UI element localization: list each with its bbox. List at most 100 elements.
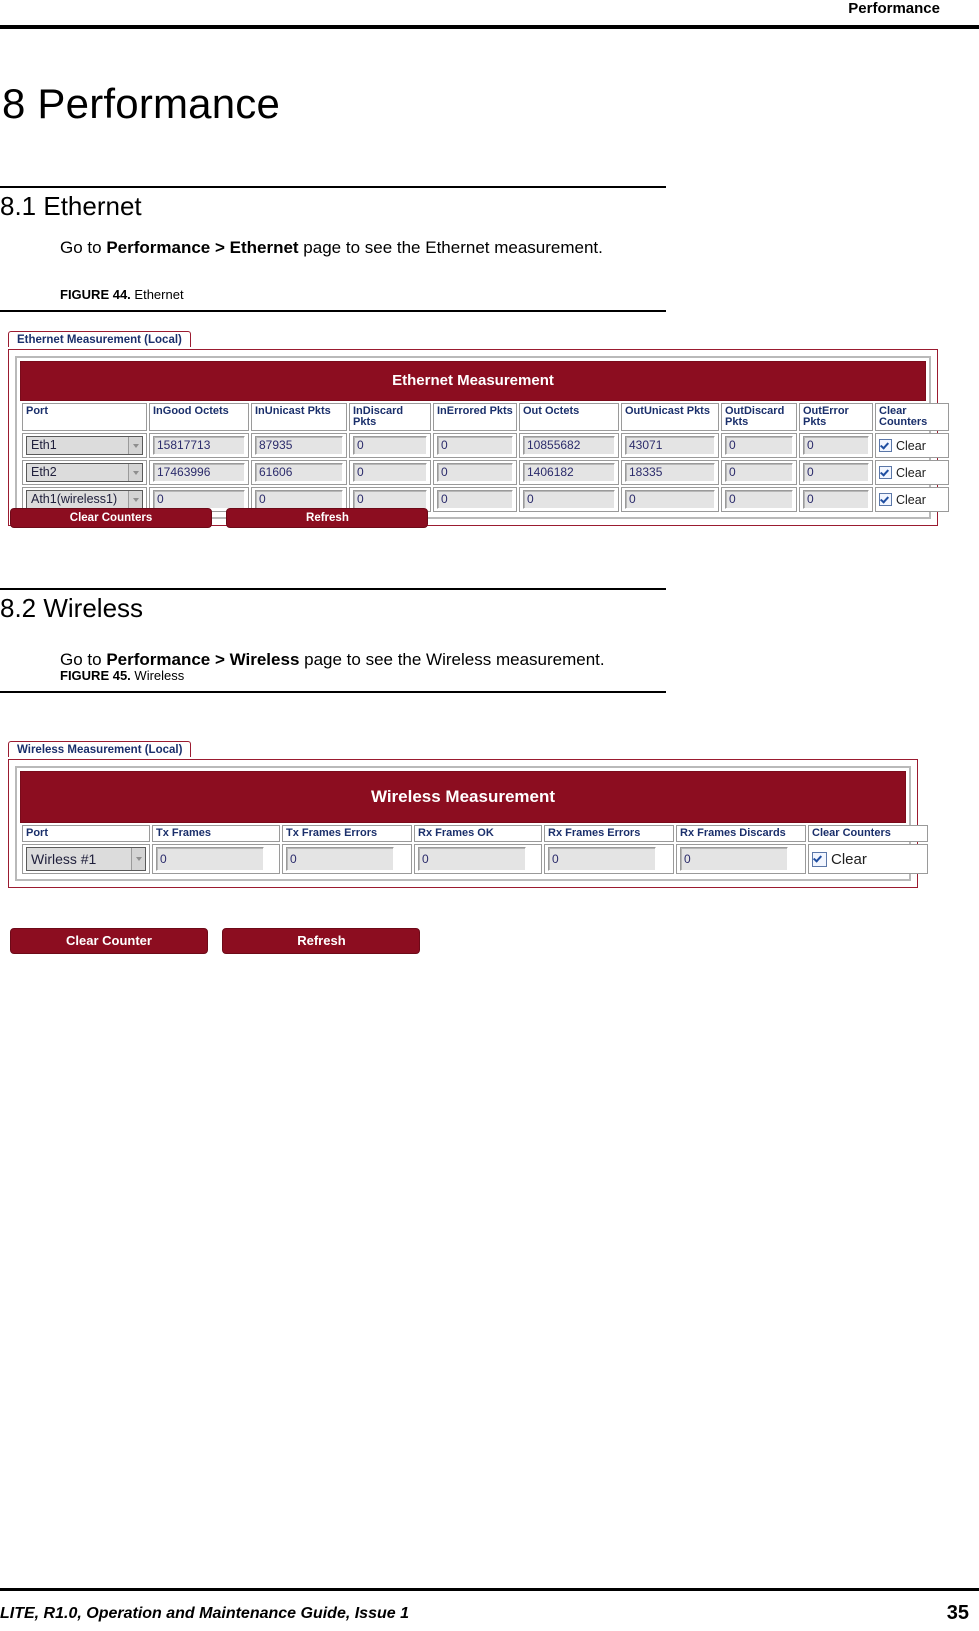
section-title: 8.1 Ethernet	[0, 191, 142, 221]
tab-wireless-measurement-local[interactable]: Wireless Measurement (Local)	[8, 741, 192, 757]
inerrored-pkts-value[interactable]: 0	[437, 490, 513, 509]
col-tx-frames: Tx Frames	[152, 825, 280, 842]
document-page: Performance 8 Performance 8.1 Ethernet G…	[0, 0, 979, 1631]
col-inunicast-pkts: InUnicast Pkts	[251, 403, 347, 431]
port-select-ath1[interactable]: Ath1(wireless1)	[26, 490, 143, 509]
outunicast-pkts-value[interactable]: 0	[625, 490, 715, 509]
ingood-octets-value[interactable]: 17463996	[153, 463, 245, 482]
clear-counter-button[interactable]: Clear Counter	[10, 928, 208, 954]
figure-caption-44: FIGURE 44. Ethernet	[60, 287, 184, 302]
outerror-pkts-value[interactable]: 0	[803, 463, 869, 482]
inerrored-pkts-value[interactable]: 0	[437, 436, 513, 455]
tab-bar-wireless: Wireless Measurement (Local)	[8, 740, 918, 760]
port-select-eth1[interactable]: Eth1	[26, 436, 143, 455]
cell-outunicast-pkts: 0	[621, 487, 719, 512]
col-clear-counters: Clear Counters	[808, 825, 928, 842]
checkbox-checked-icon[interactable]	[812, 851, 827, 867]
body-text-lead: Go to	[60, 650, 107, 669]
clear-checkbox-row[interactable]: Clear	[879, 466, 945, 480]
inerrored-pkts-value[interactable]: 0	[437, 463, 513, 482]
ingood-octets-value[interactable]: 0	[153, 490, 245, 509]
col-rx-frames-ok: Rx Frames OK	[414, 825, 542, 842]
cell-inerrored-pkts: 0	[433, 460, 517, 485]
port-select-eth2[interactable]: Eth2	[26, 463, 143, 482]
cell-outdiscard-pkts: 0	[721, 433, 797, 458]
inunicast-pkts-value[interactable]: 87935	[255, 436, 343, 455]
cell-port: Wirless #1	[22, 844, 150, 874]
figure-title: Wireless	[134, 668, 185, 683]
ethernet-button-row: Clear Counters Refresh	[10, 508, 429, 528]
cell-outunicast-pkts: 43071	[621, 433, 719, 458]
cell-rx-frames-discards: 0	[676, 844, 806, 874]
clear-counters-button[interactable]: Clear Counters	[10, 508, 212, 528]
footer-document-title: LITE, R1.0, Operation and Maintenance Gu…	[0, 1605, 409, 1622]
col-outunicast-pkts: OutUnicast Pkts	[621, 403, 719, 431]
indiscard-pkts-value[interactable]: 0	[353, 463, 427, 482]
wireless-measurement-figure: Wireless Measurement (Local) Wireless Me…	[8, 740, 928, 888]
inunicast-pkts-value[interactable]: 61606	[255, 463, 343, 482]
ethernet-panel: Ethernet Measurement Port InGood Octets …	[8, 349, 949, 526]
table-row: Eth2 17463996 61606 0 0 1406182 18335 0	[22, 460, 949, 485]
rx-frames-errors-value[interactable]: 0	[548, 847, 656, 871]
col-clear-counters: Clear Counters	[875, 403, 949, 431]
outdiscard-pkts-value[interactable]: 0	[725, 490, 793, 509]
clear-label: Clear	[896, 492, 926, 507]
clear-checkbox-row[interactable]: Clear	[879, 493, 945, 507]
clear-checkbox-row[interactable]: Clear	[812, 851, 924, 868]
cell-rx-frames-errors: 0	[544, 844, 674, 874]
out-octets-value[interactable]: 1406182	[523, 463, 615, 482]
outdiscard-pkts-value[interactable]: 0	[725, 436, 793, 455]
out-octets-value[interactable]: 10855682	[523, 436, 615, 455]
clear-label: Clear	[896, 465, 926, 480]
refresh-button[interactable]: Refresh	[222, 928, 421, 954]
cell-tx-frames-errors: 0	[282, 844, 412, 874]
checkbox-checked-icon[interactable]	[879, 439, 892, 452]
indiscard-pkts-value[interactable]: 0	[353, 436, 427, 455]
wireless-panel: Wireless Measurement Port Tx Frames Tx F…	[8, 759, 928, 888]
checkbox-checked-icon[interactable]	[879, 493, 892, 506]
chevron-down-icon	[131, 848, 145, 870]
figure-label: FIGURE 44.	[60, 287, 131, 302]
cell-indiscard-pkts: 0	[349, 460, 431, 485]
cell-outerror-pkts: 0	[799, 487, 873, 512]
indiscard-pkts-value[interactable]: 0	[353, 490, 427, 509]
col-port: Port	[22, 403, 147, 431]
ingood-octets-value[interactable]: 15817713	[153, 436, 245, 455]
ethernet-measurement-figure: Ethernet Measurement (Local) Ethernet Me…	[8, 330, 949, 526]
body-text-lead: Go to	[60, 238, 107, 257]
outerror-pkts-value[interactable]: 0	[803, 490, 869, 509]
inunicast-pkts-value[interactable]: 0	[255, 490, 343, 509]
port-select-value: Eth2	[31, 465, 57, 479]
col-tx-frames-errors: Tx Frames Errors	[282, 825, 412, 842]
tx-frames-errors-value[interactable]: 0	[286, 847, 394, 871]
refresh-button[interactable]: Refresh	[226, 508, 429, 528]
figure-rule-45	[0, 691, 666, 693]
outunicast-pkts-value[interactable]: 43071	[625, 436, 715, 455]
cell-indiscard-pkts: 0	[349, 433, 431, 458]
port-select-wireless1[interactable]: Wirless #1	[26, 847, 146, 871]
section-body-ethernet: Go to Performance > Ethernet page to see…	[60, 238, 603, 258]
cell-tx-frames: 0	[152, 844, 280, 874]
outdiscard-pkts-value[interactable]: 0	[725, 463, 793, 482]
col-ingood-octets: InGood Octets	[149, 403, 249, 431]
out-octets-value[interactable]: 0	[523, 490, 615, 509]
table-header-row: Port InGood Octets InUnicast Pkts InDisc…	[22, 403, 949, 431]
chevron-down-icon	[128, 491, 142, 508]
clear-label: Clear	[831, 850, 867, 868]
clear-checkbox-row[interactable]: Clear	[879, 439, 945, 453]
col-port: Port	[22, 825, 150, 842]
outunicast-pkts-value[interactable]: 18335	[625, 463, 715, 482]
tx-frames-value[interactable]: 0	[156, 847, 264, 871]
page-title: 8 Performance	[2, 80, 281, 128]
rx-frames-discards-value[interactable]: 0	[680, 847, 788, 871]
cell-outunicast-pkts: 18335	[621, 460, 719, 485]
checkbox-checked-icon[interactable]	[879, 466, 892, 479]
cell-inerrored-pkts: 0	[433, 487, 517, 512]
cell-outdiscard-pkts: 0	[721, 460, 797, 485]
rx-frames-ok-value[interactable]: 0	[418, 847, 526, 871]
cell-outerror-pkts: 0	[799, 460, 873, 485]
outerror-pkts-value[interactable]: 0	[803, 436, 869, 455]
tab-ethernet-measurement-local[interactable]: Ethernet Measurement (Local)	[8, 331, 191, 347]
cell-inerrored-pkts: 0	[433, 433, 517, 458]
cell-ingood-octets: 17463996	[149, 460, 249, 485]
